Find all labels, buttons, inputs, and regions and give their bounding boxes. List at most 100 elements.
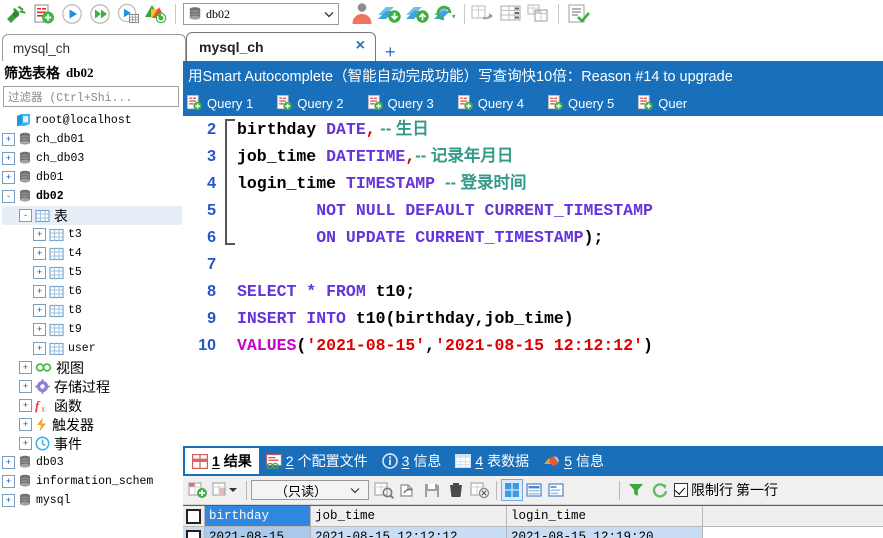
connection-tab-active[interactable]: mysql_ch ×	[186, 32, 376, 61]
table-row[interactable]: 2021-08-15 2021-08-15 12:12:12 2021-08-15 …	[183, 527, 883, 538]
expand-icon[interactable]: +	[19, 399, 32, 412]
code-line[interactable]: job_time DATETIME,-- 记录年月日	[223, 143, 883, 170]
table-cell[interactable]: 2021-08-15 12:19:20	[507, 527, 703, 538]
code-line[interactable]: SELECT * FROM t10;	[223, 278, 883, 305]
table-cell[interactable]: 2021-08-15	[205, 527, 311, 538]
new-query-icon[interactable]	[30, 1, 58, 27]
chevron-down-icon[interactable]	[350, 487, 368, 494]
expand-icon[interactable]: +	[19, 361, 32, 374]
grid-view-button[interactable]	[501, 479, 523, 501]
filter-icon[interactable]	[624, 478, 648, 502]
code-line[interactable]: birthday DATE, -- 生日	[223, 116, 883, 143]
tree-item-视图[interactable]: + 视图	[2, 358, 182, 377]
result-tab-3[interactable]: 3 信息	[375, 448, 449, 474]
column-header[interactable]: birthday	[205, 506, 311, 527]
tree-item-t9[interactable]: + t9	[2, 320, 182, 339]
query-tab-1[interactable]: Query 1	[187, 95, 253, 111]
chevron-down-icon[interactable]	[322, 4, 336, 24]
tree-item-表[interactable]: -表	[2, 206, 182, 225]
cancel-edit-icon[interactable]	[468, 478, 492, 502]
result-tab-4[interactable]: 4 表数据	[448, 448, 536, 474]
field-view-button[interactable]	[545, 479, 567, 501]
result-tab-2[interactable]: 2 个配置文件	[259, 448, 375, 474]
form-view-button[interactable]	[523, 479, 545, 501]
tree-item-事件[interactable]: + 事件	[2, 434, 182, 453]
apply-changes-icon[interactable]	[372, 478, 396, 502]
code-line[interactable]: VALUES('2021-08-15','2021-08-15 12:12:12…	[223, 332, 883, 359]
expand-icon[interactable]: +	[2, 133, 15, 146]
query-tab-4[interactable]: Query 4	[457, 95, 524, 111]
select-all-cell[interactable]	[183, 506, 205, 527]
column-header[interactable]: login_time	[507, 506, 703, 527]
tree-item-t3[interactable]: + t3	[2, 225, 182, 244]
code-line[interactable]: INSERT INTO t10(birthday,job_time)	[223, 305, 883, 332]
delete-icon[interactable]	[444, 478, 468, 502]
sync-icon[interactable]	[432, 1, 460, 27]
expand-icon[interactable]: +	[2, 494, 15, 507]
result-tab-1[interactable]: 1 结果	[185, 448, 259, 474]
add-record-icon[interactable]	[186, 478, 210, 502]
query-tab-3[interactable]: Query 3	[367, 95, 434, 111]
expand-icon[interactable]: +	[2, 171, 15, 184]
edit-record-icon[interactable]	[210, 478, 242, 502]
user-icon[interactable]	[348, 1, 376, 27]
expand-icon[interactable]: +	[19, 418, 32, 431]
edit-mode-select[interactable]: （只读）	[251, 480, 369, 500]
import-icon[interactable]	[376, 1, 404, 27]
explain-icon[interactable]	[114, 1, 142, 27]
tree-item-t5[interactable]: + t5	[2, 263, 182, 282]
query-tab-5[interactable]: Query 5	[548, 95, 614, 111]
table-data-icon[interactable]	[497, 1, 525, 27]
expand-icon[interactable]: +	[2, 456, 15, 469]
expand-icon[interactable]: +	[33, 228, 46, 241]
close-icon[interactable]: ×	[356, 36, 365, 56]
tree-item-mysql[interactable]: + mysql	[2, 491, 182, 510]
promo-banner[interactable]: 用Smart Autocomplete（智能自动完成功能）写查询快10倍：Rea…	[183, 61, 883, 90]
database-select[interactable]: db02	[183, 3, 339, 25]
code-line[interactable]: NOT NULL DEFAULT CURRENT_TIMESTAMP	[223, 197, 883, 224]
table-cell[interactable]: 2021-08-15 12:12:12	[311, 527, 507, 538]
expand-icon[interactable]: +	[19, 437, 32, 450]
tree-item-t6[interactable]: + t6	[2, 282, 182, 301]
expand-icon[interactable]: +	[33, 342, 46, 355]
row-select-cell[interactable]	[183, 527, 205, 538]
expand-icon[interactable]: +	[19, 380, 32, 393]
tree-item-db01[interactable]: + db01	[2, 168, 182, 187]
result-tab-5[interactable]: 5 信息	[536, 448, 611, 474]
expand-icon[interactable]: +	[2, 475, 15, 488]
table-compare-icon[interactable]	[525, 1, 553, 27]
connection-tab-inactive[interactable]: mysql_ch	[2, 34, 186, 61]
expand-icon[interactable]: +	[33, 285, 46, 298]
revert-icon[interactable]	[396, 478, 420, 502]
tree-item-函数[interactable]: + f x 函数	[2, 396, 182, 415]
tree-item-db03[interactable]: + db03	[2, 453, 182, 472]
tree-item-user[interactable]: + user	[2, 339, 182, 358]
tree-item-db02[interactable]: - db02	[2, 187, 182, 206]
sql-editor[interactable]: 2 3 4 5 6 7 8 9 10 birthday DATE, -- 生日 job_time …	[183, 116, 883, 446]
collapse-icon[interactable]: -	[19, 209, 32, 222]
tree-item-ch_db03[interactable]: + ch_db03	[2, 149, 182, 168]
tree-item-触发器[interactable]: + 触发器	[2, 415, 182, 434]
expand-icon[interactable]: +	[33, 247, 46, 260]
expand-icon[interactable]: +	[33, 323, 46, 336]
code-line[interactable]	[223, 251, 883, 278]
connect-icon[interactable]	[2, 1, 30, 27]
tree-item-存储过程[interactable]: + 存储过程	[2, 377, 182, 396]
run-all-icon[interactable]	[86, 1, 114, 27]
code-line[interactable]: login_time TIMESTAMP -- 登录时间	[223, 170, 883, 197]
beautify-icon[interactable]	[142, 1, 170, 27]
refresh-icon[interactable]	[648, 478, 672, 502]
expand-icon[interactable]: +	[2, 152, 15, 165]
run-icon[interactable]	[58, 1, 86, 27]
checklist-icon[interactable]	[564, 1, 592, 27]
column-header[interactable]: job_time	[311, 506, 507, 527]
limit-rows-checkbox[interactable]	[674, 483, 688, 497]
collapse-icon[interactable]: -	[2, 190, 15, 203]
tree-item-ch_db01[interactable]: + ch_db01	[2, 130, 182, 149]
tree-item-t8[interactable]: + t8	[2, 301, 182, 320]
save-icon[interactable]	[420, 478, 444, 502]
code-line[interactable]: ON UPDATE CURRENT_TIMESTAMP);	[223, 224, 883, 251]
query-tab-6[interactable]: Quer	[638, 95, 687, 111]
add-tab-button[interactable]: +	[385, 43, 396, 61]
result-grid[interactable]: birthday job_time login_time 2021-08-15 2021…	[183, 506, 883, 538]
